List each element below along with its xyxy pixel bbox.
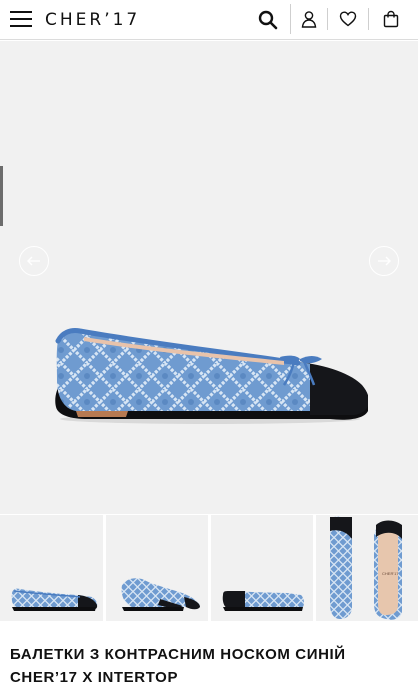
svg-text:CHER'17: CHER'17 [382,571,399,576]
side-panel-handle[interactable] [0,166,3,226]
product-title: БАЛЕТКИ З КОНТРАСНИМ НОСКОМ СИНІЙ CHER’1… [10,646,346,686]
thumbnail-image [222,591,304,611]
gallery-next-button[interactable] [369,246,399,276]
thumbnail-1[interactable] [0,515,103,621]
thumbnail-image: CHER'17 [330,516,402,620]
thumbnail-3[interactable] [211,515,313,621]
thumbnail-4[interactable]: CHER'17 [316,515,418,621]
search-icon[interactable] [258,10,278,30]
product-main-image [40,311,370,424]
header-divider [290,4,291,34]
heart-icon[interactable] [339,10,359,30]
thumbnail-2[interactable] [106,515,208,621]
header-divider [327,8,328,30]
header-divider [368,8,369,30]
gallery-prev-button[interactable] [19,246,49,276]
brand-logo[interactable]: CHER’17 [45,10,140,30]
product-image-gallery[interactable] [0,41,418,514]
site-header: CHER’17 [0,0,418,40]
arrow-right-icon [378,256,391,266]
thumbnail-image [11,588,98,611]
user-icon[interactable] [300,10,320,30]
bag-icon[interactable] [382,10,402,30]
arrow-left-icon [27,256,40,266]
thumbnail-image [121,578,200,611]
thumbnail-strip: CHER'17 [0,515,418,621]
menu-icon[interactable] [10,11,32,28]
